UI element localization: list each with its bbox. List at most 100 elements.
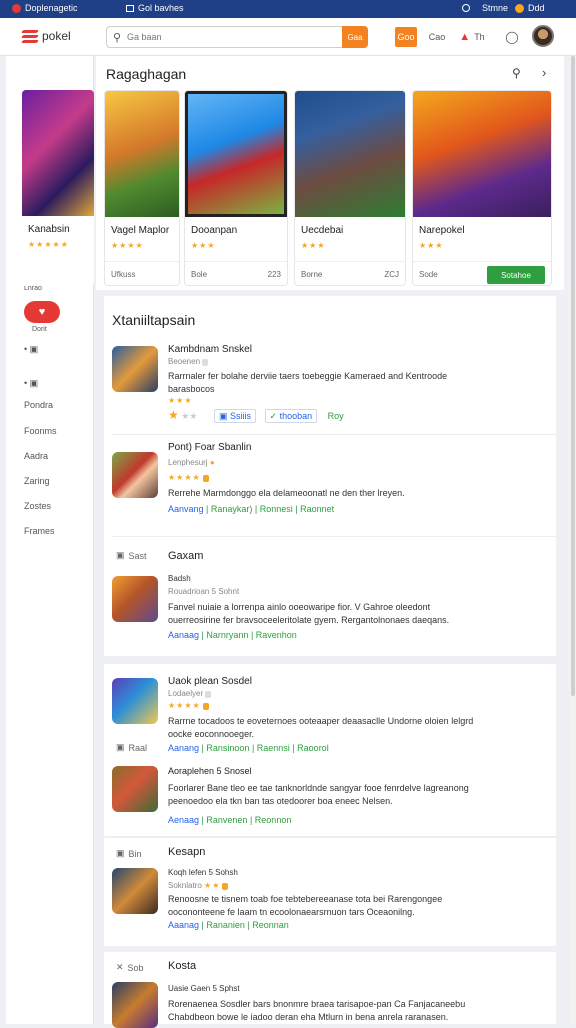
- chat-icon[interactable]: ◯: [504, 27, 520, 47]
- item-description: Fanvel nuiaie a lorrenpa ainlo ooeowarip…: [168, 601, 543, 627]
- desc-line-1: Rarrne tocadoos te eoveternoes ooteaaper…: [168, 716, 474, 726]
- action-link[interactable]: Raennsi: [257, 743, 290, 753]
- page-icon-2: • ▣: [24, 378, 39, 388]
- item-meta-text: Lenphesurj: [168, 458, 208, 467]
- game-card[interactable]: Narepokel ★★★ Sode Sotahoe: [412, 90, 552, 286]
- section-chip[interactable]: ▣ Bin: [116, 848, 142, 859]
- scrollbar[interactable]: [570, 56, 576, 1024]
- desc-line-2: oocononteene fe laam tn ecoolonaearsrnuo…: [168, 907, 415, 917]
- game-card-title: Vagel Maplor: [111, 225, 170, 236]
- item-title: Kambdnam Snskel: [168, 344, 252, 355]
- install-chip[interactable]: ▣ Ssiiis: [213, 409, 256, 423]
- action-link[interactable]: Ravenhon: [256, 630, 297, 640]
- install-chip-label: Ssiiis: [229, 411, 251, 421]
- rating-stars: ★★★: [191, 241, 216, 250]
- card-footer: Bole 223: [185, 261, 287, 285]
- os-tab-label: Gol bavhes: [138, 3, 184, 13]
- sidebar-item-foonms[interactable]: Foonms: [24, 426, 57, 436]
- card-footer: Ufkuss: [105, 261, 179, 285]
- action-link[interactable]: Reonnan: [252, 920, 289, 930]
- gamepad-icon: ▣: [116, 550, 125, 560]
- get-button[interactable]: Sotahoe: [487, 266, 545, 284]
- game-thumbnail: [112, 678, 158, 724]
- action-link[interactable]: Ranvenen: [206, 815, 247, 825]
- rating-stars: ★★★★​: [168, 473, 209, 482]
- sidebar-item-pondra[interactable]: Pondra: [24, 400, 53, 410]
- gamepad-icon: ▣: [116, 742, 125, 752]
- action-link[interactable]: Aaanag: [168, 920, 199, 930]
- desc-line-2: oocke eoconnooeger.: [168, 729, 255, 739]
- action-link[interactable]: Aanang: [168, 743, 199, 753]
- desc-line-1: Rarrnaler fer bolahe derviie taers toebe…: [168, 371, 448, 381]
- game-card[interactable]: Uecdebai ★★★ Borne ZCJ: [294, 90, 406, 286]
- action-link[interactable]: Ransinoon: [206, 743, 249, 753]
- os-left-item[interactable]: Doplenagetic: [12, 3, 78, 13]
- section-chip[interactable]: ▣ Sast: [116, 550, 147, 561]
- header-orange-button[interactable]: Goo: [395, 27, 417, 47]
- action-link[interactable]: Reonnon: [255, 815, 292, 825]
- game-card[interactable]: Dooanpan ★★★ Bole 223: [184, 90, 288, 286]
- action-link[interactable]: Aanaag: [168, 630, 199, 640]
- scrollbar-thumb[interactable]: [571, 56, 575, 696]
- desc-line-2: peenoedoo ela tkn ban tas otedoorer boa …: [168, 796, 393, 806]
- card-footer-left: Sode: [419, 270, 438, 279]
- rating-stars: ★★★: [301, 241, 326, 250]
- logo-mark-icon: [21, 29, 39, 43]
- game-thumbnail: [112, 346, 158, 392]
- action-link[interactable]: Aanvang: [168, 504, 204, 514]
- os-tab[interactable]: Gol bavhes: [126, 3, 184, 13]
- card-footer: Sode Sotahoe: [413, 261, 551, 285]
- section-chip[interactable]: ▣ Raal: [116, 742, 147, 753]
- sidebar-icon-2[interactable]: • ▣: [24, 378, 38, 389]
- action-link[interactable]: Raoorol: [297, 743, 329, 753]
- action-link[interactable]: Aenaag: [168, 815, 199, 825]
- card-footer-right: 223: [267, 270, 281, 279]
- avatar[interactable]: [532, 25, 554, 47]
- os-right-item[interactable]: Stmne: [462, 3, 508, 13]
- featured-title: Ragaghagan: [106, 66, 187, 82]
- search-bar[interactable]: ⚲ Ga baan Gaa: [106, 26, 368, 48]
- heart-icon: ♥: [38, 306, 46, 318]
- section-chip[interactable]: ✕ Sob: [116, 962, 144, 973]
- sidebar-item-dorit[interactable]: Dorit: [24, 326, 47, 333]
- rating-stars: ★★★: [419, 241, 444, 250]
- search-input[interactable]: Ga baan: [127, 32, 162, 42]
- action-link[interactable]: Ranaykar): [211, 504, 253, 514]
- action-link[interactable]: Ronnesi: [260, 504, 293, 514]
- meta-tag: ​: [205, 691, 212, 698]
- item-subtitle: Uasie Gaen 5 Sphst: [168, 984, 240, 993]
- logo[interactable]: pokel: [21, 29, 71, 43]
- shield-icon: ▣: [218, 411, 228, 421]
- os-right-label-2: Ddd: [528, 3, 545, 13]
- header-text-button[interactable]: Cao: [426, 27, 448, 47]
- sidebar-item-active[interactable]: ♥: [24, 301, 60, 323]
- wishlist-chip[interactable]: ✓ thooban: [264, 409, 318, 423]
- divider: [112, 536, 556, 537]
- game-card[interactable]: Vagel Maplor ★★★★ Ufkuss: [104, 90, 180, 286]
- item-actions: Aaanag | Rananien | Reonnan: [168, 920, 289, 930]
- chevron-right-icon[interactable]: ›: [542, 65, 546, 80]
- action-link[interactable]: Raonnet: [300, 504, 334, 514]
- item-meta: Rouadrioan 5 Sohnt: [168, 587, 240, 596]
- action-link[interactable]: Narnryann: [206, 630, 248, 640]
- sidebar-icon-1[interactable]: • ▣: [24, 344, 38, 355]
- play-link[interactable]: Roy: [328, 411, 344, 421]
- sidebar-item-zostes[interactable]: Zostes: [24, 501, 51, 511]
- os-right-item-2[interactable]: Ddd: [515, 3, 545, 13]
- search-button[interactable]: Gaa: [342, 26, 368, 48]
- search-icon-featured[interactable]: ⚲: [512, 66, 521, 80]
- rating-tag: ​: [222, 883, 229, 890]
- item-meta: Beoenen​: [168, 357, 209, 366]
- action-link[interactable]: Rananien: [206, 920, 245, 930]
- sidebar-item-aadra[interactable]: Aadra: [24, 451, 48, 461]
- alerts-label: Th: [474, 32, 485, 42]
- section-chip-label: Raal: [128, 742, 148, 753]
- sidebar-item-frames[interactable]: Frames: [24, 526, 55, 536]
- alerts-button[interactable]: ▲ Th: [458, 27, 486, 47]
- item-title[interactable]: Aoraplehen 5 Snosel: [168, 766, 252, 776]
- item-meta-text: Soknlatro: [168, 881, 202, 890]
- sidebar-item-zaring[interactable]: Zaring: [24, 476, 50, 486]
- item-actions: Aanvang | Ranaykar) | Ronnesi | Raonnet: [168, 504, 335, 514]
- game-card[interactable]: Kanabsin ★★★★★: [22, 90, 94, 286]
- divider: [112, 434, 556, 435]
